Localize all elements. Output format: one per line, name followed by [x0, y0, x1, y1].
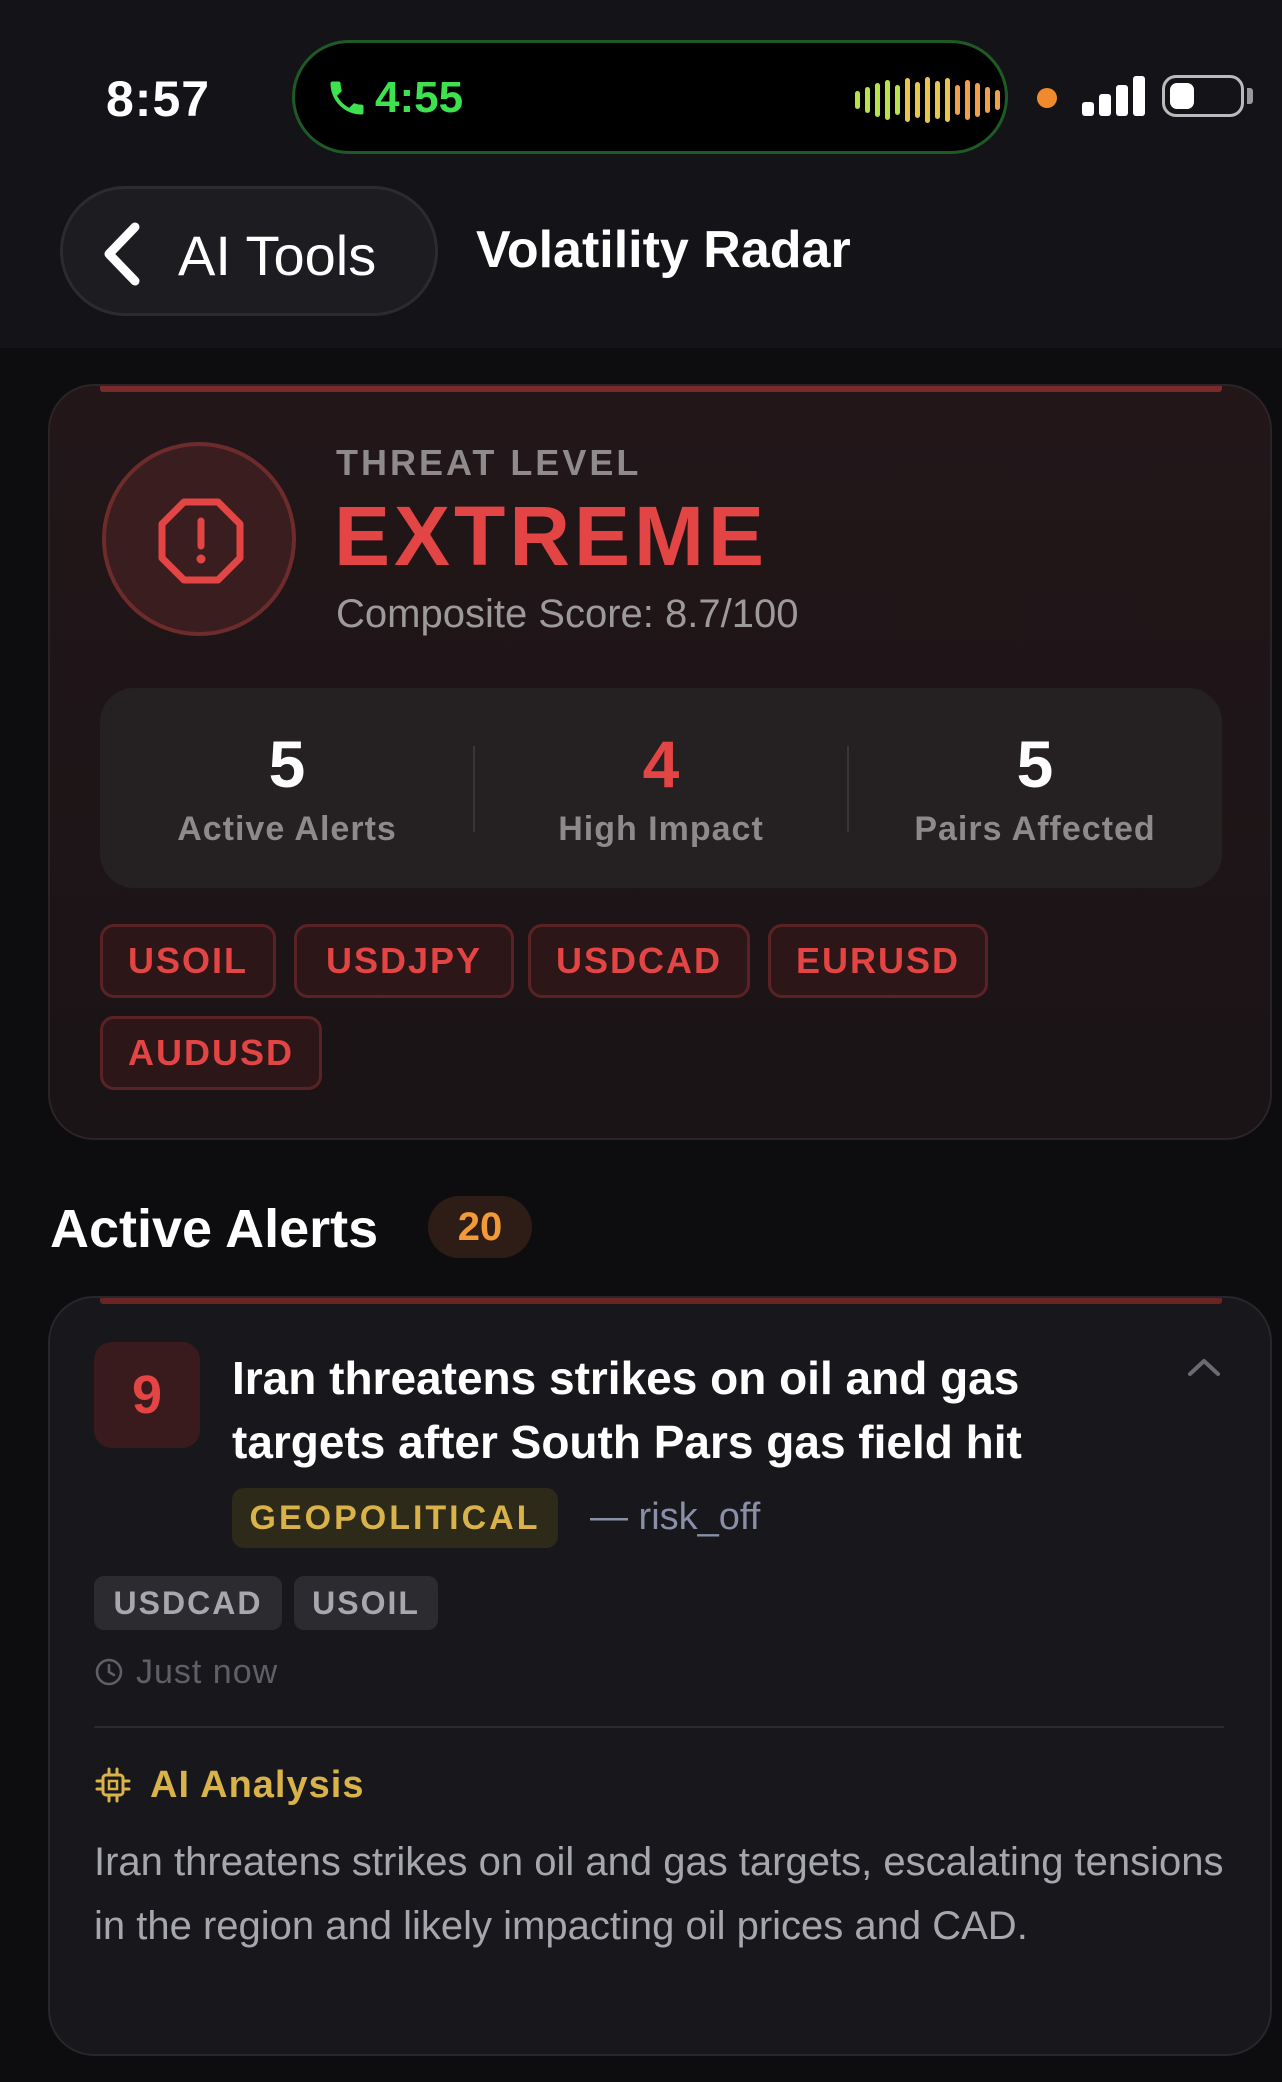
waveform-bar — [875, 83, 880, 117]
stat-high-impact: 4 High Impact — [474, 688, 848, 888]
threat-stats: 5 Active Alerts 4 High Impact 5 Pairs Af… — [100, 688, 1222, 888]
stat-value: 5 — [268, 727, 306, 801]
waveform-bar — [945, 78, 950, 122]
stat-label: Pairs Affected — [914, 810, 1156, 848]
status-time: 8:57 — [106, 71, 211, 127]
alerts-count-badge: 20 — [428, 1196, 532, 1258]
alert-title: Iran threatens strikes on oil and gas ta… — [232, 1352, 1022, 1468]
card-accent-bar — [100, 1298, 1222, 1304]
back-button[interactable]: AI Tools — [60, 186, 438, 316]
stat-pairs-affected: 5 Pairs Affected — [848, 688, 1222, 888]
alert-time-text: Just now — [136, 1652, 279, 1691]
waveform-bar — [985, 87, 990, 113]
waveform-bar — [885, 80, 890, 120]
ai-analysis-text: Iran threatens strikes on oil and gas ta… — [94, 1840, 1224, 1948]
battery-cap — [1247, 88, 1253, 104]
stat-value: 5 — [1016, 727, 1054, 801]
waveform-bar — [905, 78, 910, 122]
stat-active-alerts: 5 Active Alerts — [100, 688, 474, 888]
waveform-bar — [925, 77, 930, 123]
active-alerts-heading: Active Alerts — [50, 1199, 379, 1259]
alert-timestamp: Just now — [94, 1652, 278, 1692]
ai-analysis-header: AI Analysis — [94, 1760, 364, 1810]
waveform-bar — [865, 87, 870, 113]
phone-icon — [330, 81, 364, 115]
waveform-bar — [855, 91, 860, 109]
pair-chip-usdcad[interactable]: USDCAD — [528, 924, 750, 998]
clock-icon — [95, 1658, 123, 1686]
alert-pair-chip-usdcad[interactable]: USDCAD — [94, 1576, 282, 1630]
recording-indicator-icon — [1037, 88, 1057, 108]
audio-waveform-icon — [855, 77, 1000, 123]
pair-chip-usoil[interactable]: USOIL — [100, 924, 276, 998]
waveform-bar — [955, 85, 960, 115]
composite-score: Composite Score: 8.7/100 — [336, 592, 799, 636]
pair-chip-audusd[interactable]: AUDUSD — [100, 1016, 322, 1090]
volatility-radar-screen: 8:57 4:55 AI Tools Volatility Radar THRE… — [0, 0, 1282, 2082]
waveform-bar — [995, 90, 1000, 110]
page-title: Volatility Radar — [476, 221, 851, 279]
pair-chip-usdjpy[interactable]: USDJPY — [294, 924, 514, 998]
divider — [94, 1726, 1224, 1728]
waveform-bar — [975, 83, 980, 117]
ai-analysis-label: AI Analysis — [150, 1763, 365, 1806]
waveform-bar — [935, 81, 940, 119]
threat-icon-badge — [102, 442, 296, 636]
alert-pair-chip-usoil[interactable]: USOIL — [294, 1576, 438, 1630]
pair-chip-eurusd[interactable]: EURUSD — [768, 924, 988, 998]
alert-sentiment: — risk_off — [590, 1496, 761, 1538]
waveform-bar — [915, 82, 920, 118]
waveform-bar — [965, 80, 970, 120]
alert-octagon-icon — [158, 498, 244, 584]
threat-level-value: EXTREME — [334, 489, 769, 583]
waveform-bar — [895, 85, 900, 115]
top-bar: 8:57 4:55 AI Tools Volatility Radar — [0, 0, 1282, 348]
dynamic-island-call[interactable]: 4:55 — [292, 40, 1008, 154]
chevron-up-icon[interactable] — [1184, 1354, 1224, 1380]
alert-impact-score: 9 — [94, 1342, 200, 1448]
battery-icon — [1162, 75, 1244, 117]
chevron-left-icon — [104, 222, 140, 286]
stat-label: High Impact — [558, 810, 764, 848]
back-button-label: AI Tools — [178, 224, 377, 287]
stat-label: Active Alerts — [177, 810, 397, 848]
cellular-signal-icon — [1082, 76, 1146, 116]
card-accent-bar — [100, 386, 1222, 392]
call-duration: 4:55 — [375, 73, 464, 122]
threat-level-card: THREAT LEVEL EXTREME Composite Score: 8.… — [48, 384, 1272, 1140]
cpu-chip-icon — [95, 1767, 131, 1803]
alert-card[interactable]: 9 Iran threatens strikes on oil and gas … — [48, 1296, 1272, 2056]
alert-category-badge: GEOPOLITICAL — [232, 1488, 558, 1548]
stat-value: 4 — [642, 727, 680, 801]
threat-level-label: THREAT LEVEL — [336, 442, 642, 483]
